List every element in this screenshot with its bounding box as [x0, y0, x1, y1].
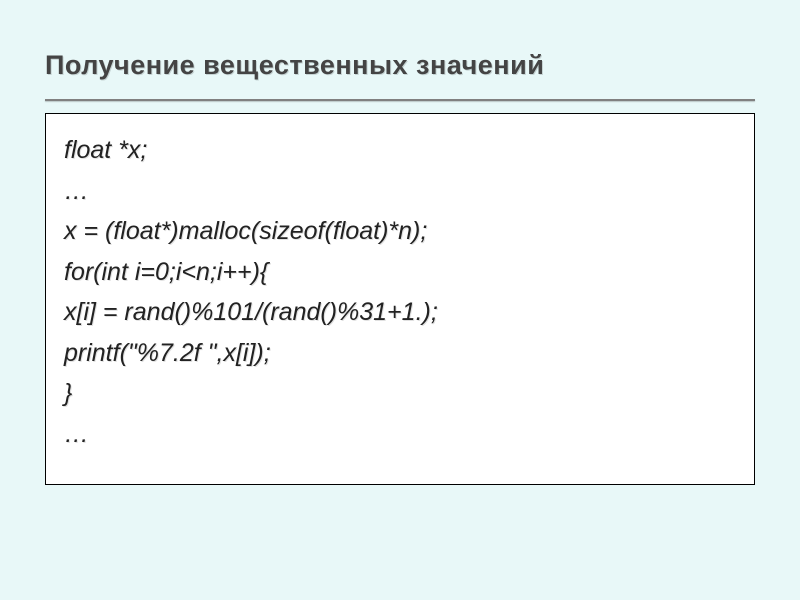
- code-line: x = (float*)malloc(sizeof(float)*n);: [64, 211, 736, 252]
- slide-title: Получение вещественных значений: [45, 50, 755, 81]
- code-line: …: [64, 171, 736, 212]
- code-line: x[i] = rand()%101/(rand()%31+1.);: [64, 292, 736, 333]
- code-line: printf("%7.2f ",x[i]);: [64, 333, 736, 374]
- code-line: float *x;: [64, 130, 736, 171]
- code-line: }: [64, 373, 736, 414]
- title-underline: [45, 99, 755, 101]
- code-line: for(int i=0;i<n;i++){: [64, 252, 736, 293]
- code-box: float *x; … x = (float*)malloc(sizeof(fl…: [45, 113, 755, 485]
- code-line: …: [64, 414, 736, 455]
